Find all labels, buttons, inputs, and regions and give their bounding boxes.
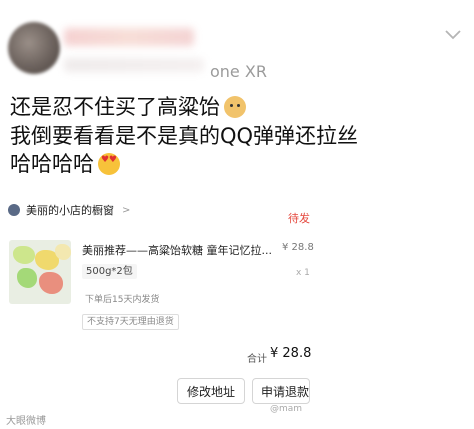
product-price: ¥ 28.8 — [282, 242, 314, 253]
product-thumbnail[interactable] — [9, 240, 71, 304]
shop-name: 美丽的小店的橱窗 — [26, 204, 114, 217]
shop-row[interactable]: 美丽的小店的橱窗 > — [8, 202, 130, 218]
shipping-note: 下单后15天内发货 — [85, 295, 160, 305]
total-value: ¥ 28.8 — [270, 346, 312, 361]
heart-eyes-emoji-icon — [98, 153, 120, 176]
post-meta-blurred — [64, 58, 204, 72]
order-status: 待发 — [288, 212, 310, 225]
refund-button[interactable]: 申请退款 — [252, 378, 310, 404]
post-line: 我倒要看看是不是真的QQ弹弹还拉丝 — [10, 123, 359, 148]
return-policy-badge: 不支持7天无理由退货 — [82, 314, 179, 330]
product-quantity: x 1 — [296, 268, 310, 278]
watermark-right: @mam — [270, 404, 303, 414]
device-label: one XR — [210, 62, 267, 81]
doge-emoji-icon — [224, 96, 246, 119]
product-title[interactable]: 美丽推荐——高粱饴软糖 童年记忆拉... — [82, 242, 272, 258]
chevron-right-icon: > — [122, 204, 131, 216]
username-blurred[interactable] — [64, 28, 194, 46]
watermark-left: 大眼微博 — [6, 416, 46, 427]
shop-avatar — [8, 204, 20, 216]
change-address-button[interactable]: 修改地址 — [177, 378, 245, 404]
avatar[interactable] — [8, 22, 60, 74]
post-text: 还是忍不住买了高粱饴 我倒要看看是不是真的QQ弹弹还拉丝 哈哈哈哈 — [10, 93, 358, 179]
product-spec: 500g*2包 — [82, 264, 137, 279]
total-label: 合计 — [247, 354, 267, 365]
chevron-down-icon[interactable] — [444, 28, 462, 42]
order-card: 美丽的小店的橱窗 > 待发 美丽推荐——高粱饴软糖 童年记忆拉... ¥ 28.… — [0, 190, 314, 429]
post-line: 还是忍不住买了高粱饴 — [10, 93, 358, 122]
post-line: 哈哈哈哈 — [10, 150, 358, 179]
